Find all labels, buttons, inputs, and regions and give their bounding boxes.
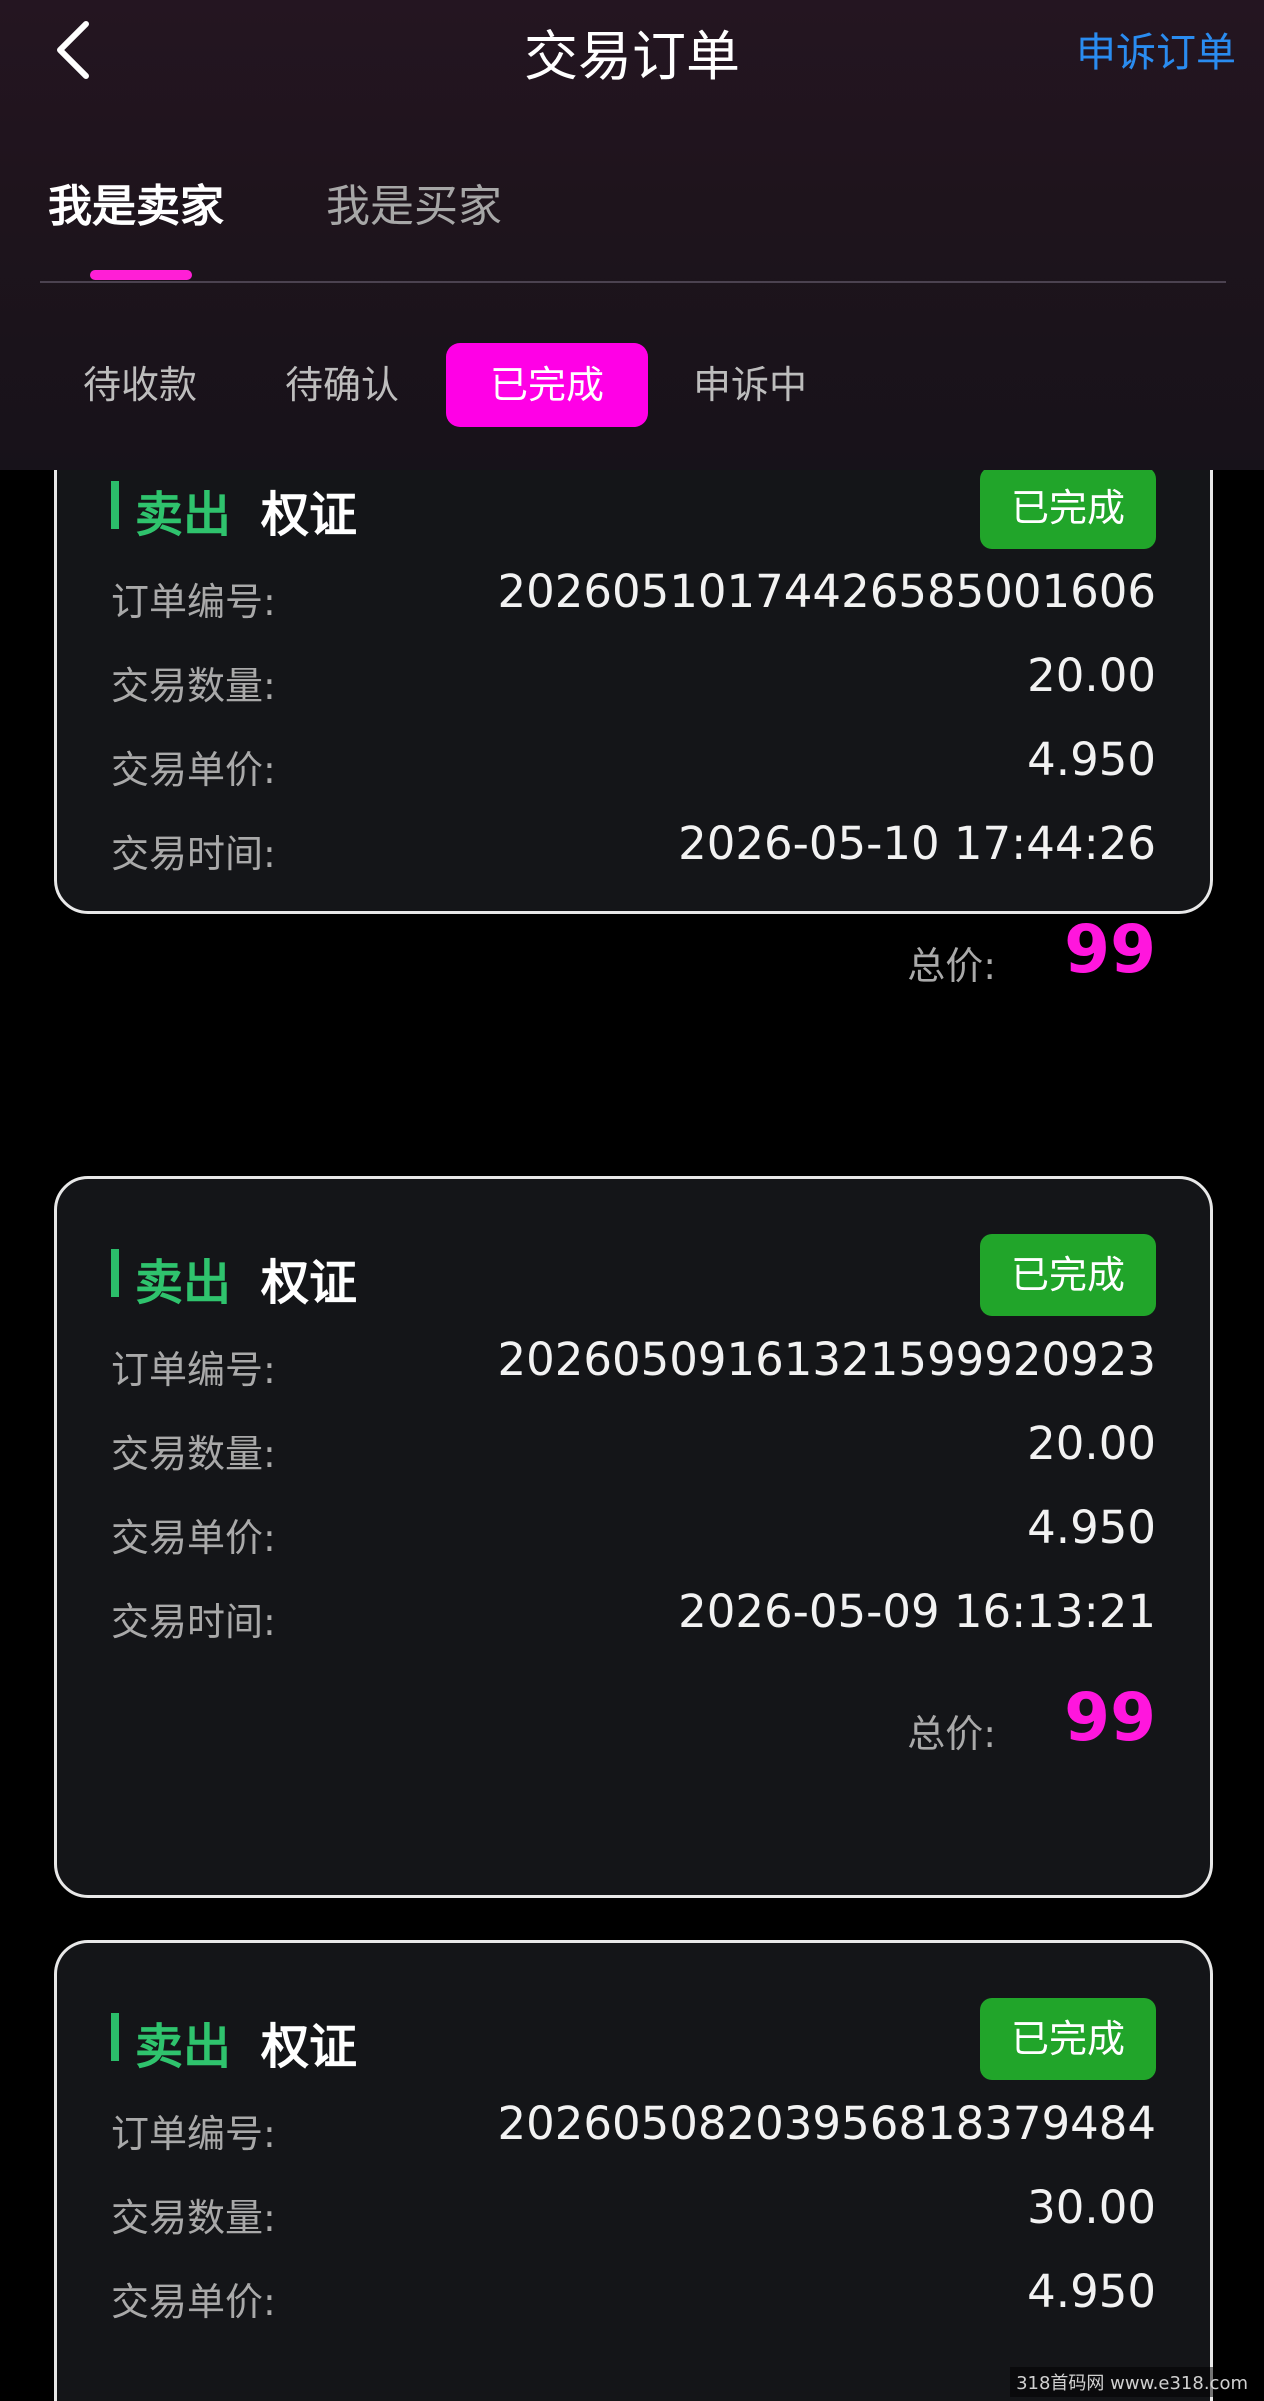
status-tabs: 待收款 待确认 已完成 申诉中 — [0, 343, 1264, 427]
price-label: 交易单价: — [111, 1516, 276, 1560]
order-asset: 权证 — [261, 1255, 358, 1311]
order-card[interactable]: 卖出 权证 已完成 订单编号: 20260508203956818379484 … — [54, 1940, 1213, 2401]
active-tab-indicator — [90, 270, 192, 280]
qty-value: 20.00 — [1027, 649, 1156, 702]
qty-value: 20.00 — [1027, 1417, 1156, 1470]
order-no-label: 订单编号: — [111, 2112, 276, 2156]
row-order-no: 订单编号: 20260509161321599920923 — [111, 1331, 1157, 1392]
tab-pending-payment[interactable]: 待收款 — [60, 343, 220, 427]
status-badge: 已完成 — [980, 470, 1156, 549]
tab-seller[interactable]: 我是卖家 — [48, 170, 224, 234]
row-order-no: 订单编号: 20260508203956818379484 — [111, 2095, 1157, 2156]
order-asset: 权证 — [261, 2019, 358, 2075]
accent-bar — [111, 481, 119, 529]
row-time: 交易时间: 2026-05-10 17:44:26 — [111, 815, 1156, 876]
order-card[interactable]: 卖出 权证 已完成 订单编号: 20260509161321599920923 … — [54, 1176, 1213, 1898]
navbar: 交易订单 申诉订单 — [0, 0, 1264, 100]
row-time: 交易时间: 2026-05-09 16:13:21 — [111, 1583, 1156, 1644]
page-title: 交易订单 — [524, 25, 740, 88]
price-value: 4.950 — [1027, 733, 1156, 786]
time-value: 2026-05-10 17:44:26 — [678, 817, 1156, 870]
order-card[interactable]: 卖出 权证 已完成 订单编号: 20260510174426585001606 … — [54, 470, 1213, 988]
total-label: 总价: — [907, 944, 996, 988]
divider — [40, 281, 1226, 283]
row-price: 交易单价: 4.950 — [111, 731, 1156, 792]
price-label: 交易单价: — [111, 748, 276, 792]
order-asset: 权证 — [261, 487, 358, 543]
time-value: 2026-05-09 16:13:21 — [678, 1585, 1156, 1638]
row-price: 交易单价: 4.950 — [111, 2263, 1156, 2324]
accent-bar — [111, 1249, 119, 1297]
order-list: 卖出 权证 已完成 订单编号: 20260510174426585001606 … — [0, 470, 1264, 2401]
order-no-value: 20260510174426585001606 — [497, 565, 1157, 618]
price-value: 4.950 — [1027, 1501, 1156, 1554]
tab-pending-confirm[interactable]: 待确认 — [262, 343, 422, 427]
price-label: 交易单价: — [111, 2280, 276, 2324]
order-no-label: 订单编号: — [111, 1348, 276, 1392]
watermark: 318首码网 www.e318.com — [1010, 2367, 1254, 2397]
qty-label: 交易数量: — [111, 664, 276, 708]
time-label: 交易时间: — [111, 832, 276, 876]
qty-label: 交易数量: — [111, 2196, 276, 2240]
appeal-orders-link[interactable]: 申诉订单 — [1076, 20, 1236, 78]
order-no-value: 20260509161321599920923 — [497, 1333, 1157, 1386]
tab-completed[interactable]: 已完成 — [446, 343, 648, 427]
total-value: 99 — [1064, 1679, 1156, 1756]
row-price: 交易单价: 4.950 — [111, 1499, 1156, 1560]
row-qty: 交易数量: 30.00 — [111, 2179, 1156, 2240]
row-order-no: 订单编号: 20260510174426585001606 — [111, 563, 1157, 624]
order-no-label: 订单编号: — [111, 580, 276, 624]
tab-in-appeal[interactable]: 申诉中 — [670, 343, 830, 427]
accent-bar — [111, 2013, 119, 2061]
order-type: 卖出 — [135, 487, 232, 543]
order-type: 卖出 — [135, 2019, 232, 2075]
status-badge: 已完成 — [980, 1998, 1156, 2080]
tab-buyer[interactable]: 我是买家 — [326, 170, 502, 234]
order-no-value: 20260508203956818379484 — [497, 2097, 1157, 2150]
row-qty: 交易数量: 20.00 — [111, 647, 1156, 708]
time-label: 交易时间: — [111, 1600, 276, 1644]
status-badge: 已完成 — [980, 1234, 1156, 1316]
row-qty: 交易数量: 20.00 — [111, 1415, 1156, 1476]
total-label: 总价: — [907, 1712, 996, 1756]
order-type: 卖出 — [135, 1255, 232, 1311]
total-value: 99 — [1064, 911, 1156, 988]
price-value: 4.950 — [1027, 2265, 1156, 2318]
qty-value: 30.00 — [1027, 2181, 1156, 2234]
qty-label: 交易数量: — [111, 1432, 276, 1476]
